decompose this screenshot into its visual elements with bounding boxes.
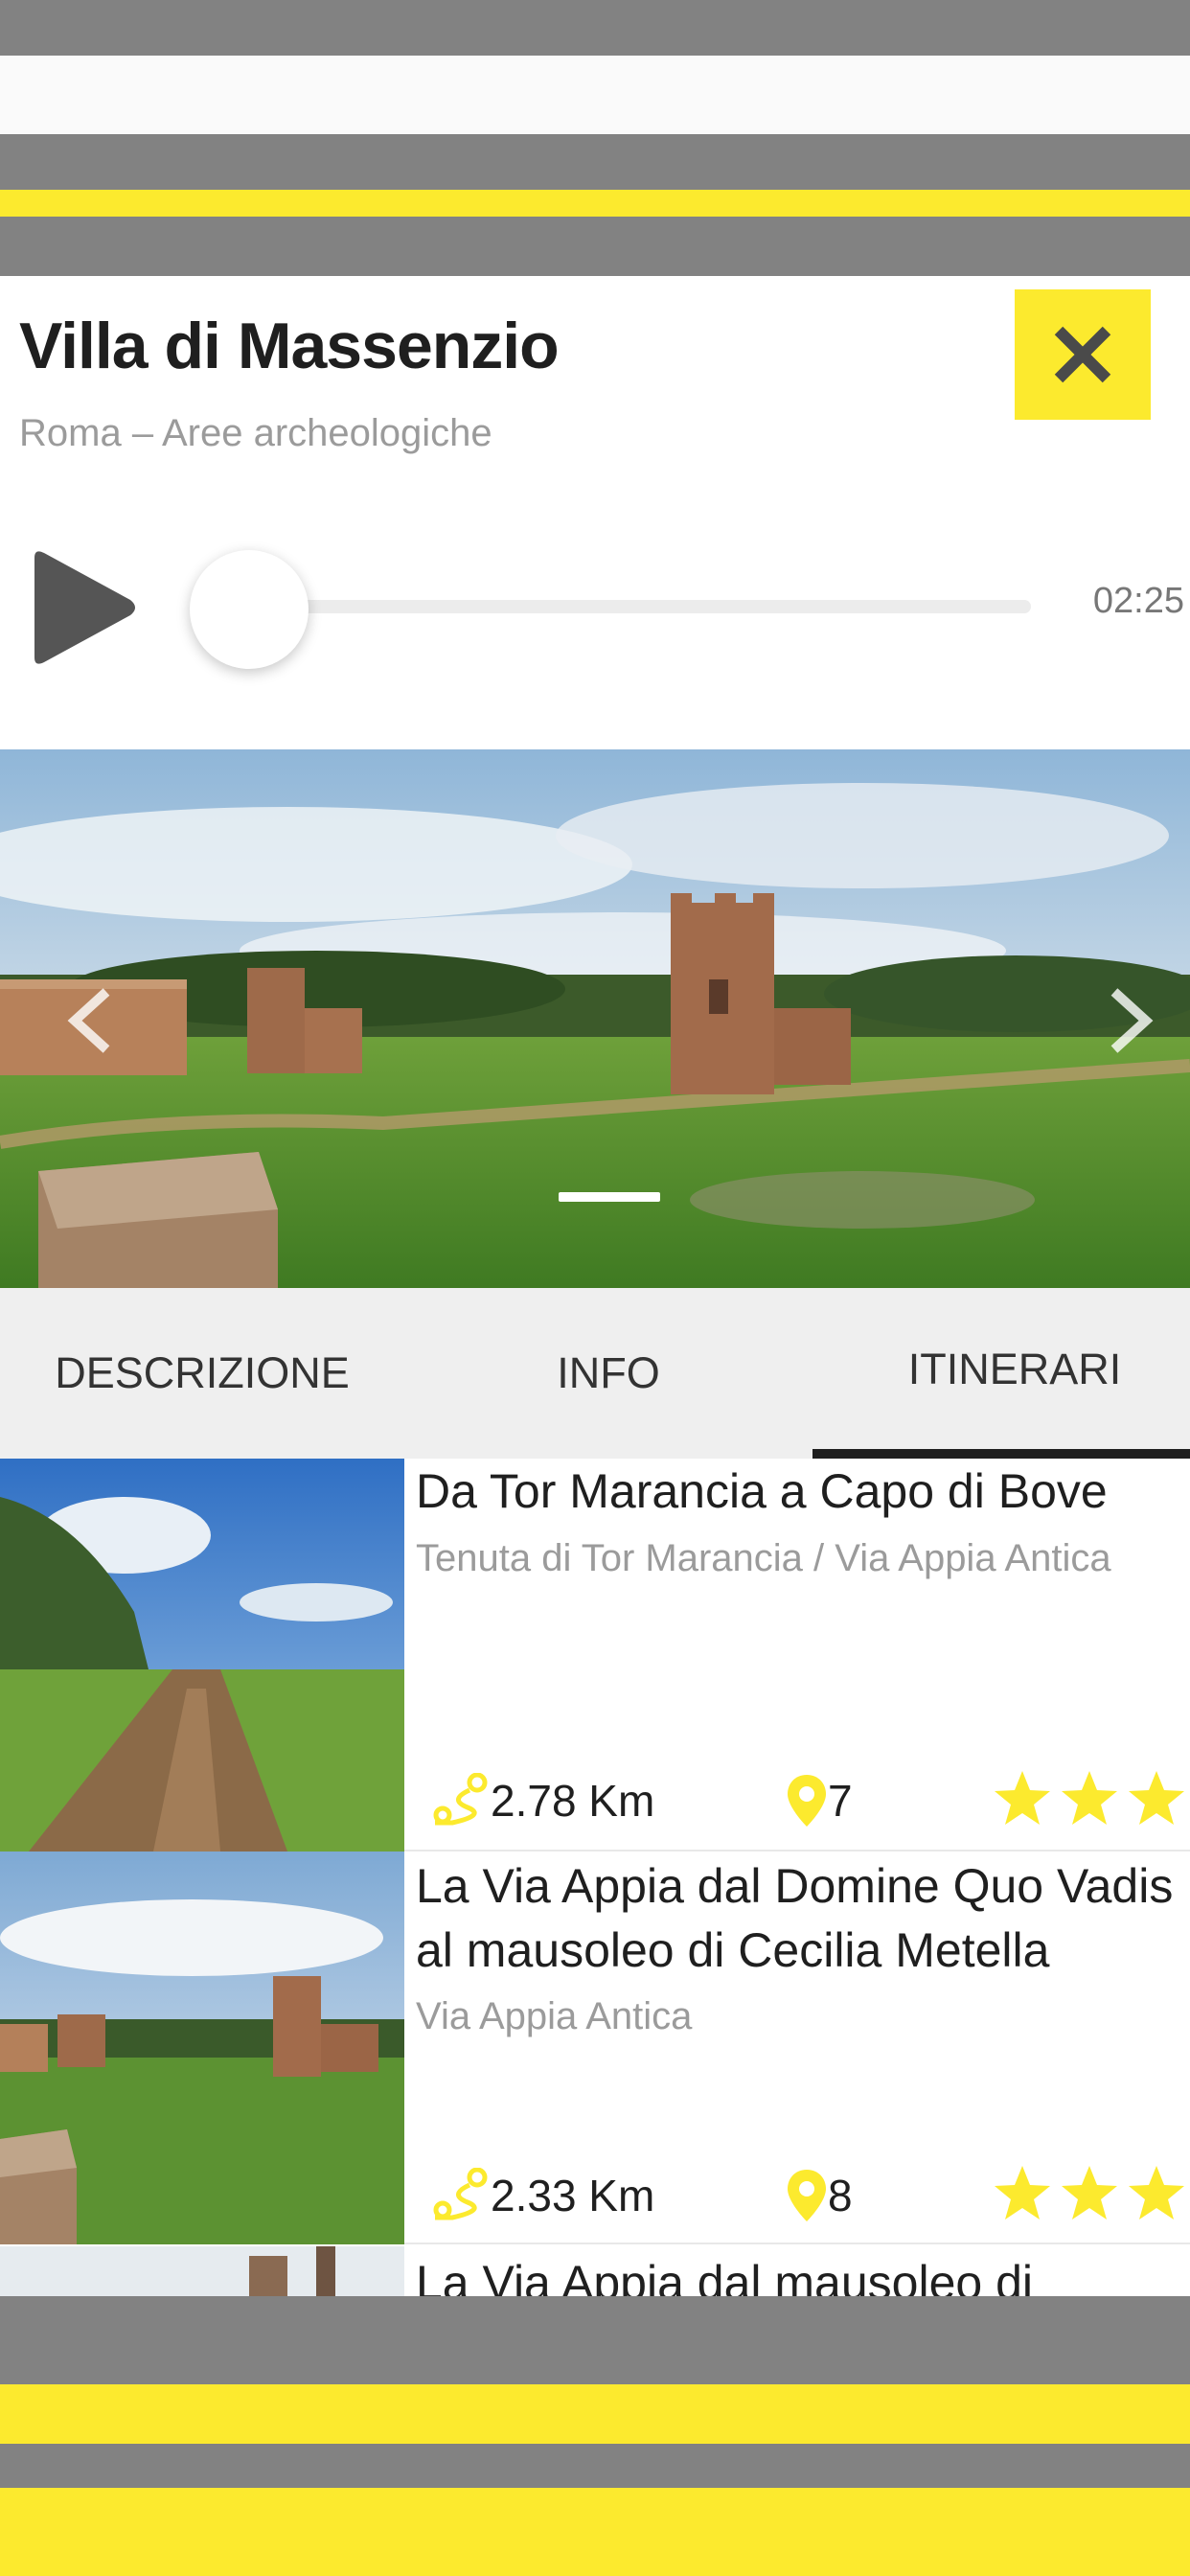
map-pin-icon <box>788 1775 826 1827</box>
route-icon <box>433 1773 488 1826</box>
top-light-bar <box>0 56 1190 134</box>
tab-itinerari[interactable]: ITINERARI <box>816 1284 1190 1455</box>
itinerary-stops: 7 <box>786 1767 853 1834</box>
itinerary-subtitle: Tenuta di Tor Marancia / Via Appia Antic… <box>416 1537 1111 1579</box>
itinerary-title: La Via Appia dal mausoleo di <box>416 2256 1033 2296</box>
tab-info[interactable]: INFO <box>410 1288 807 1459</box>
bottom-grey-bar-1 <box>0 2296 1190 2384</box>
itinerary-thumbnail <box>0 1459 404 1852</box>
rating-stars <box>993 2164 1186 2221</box>
bottom-yellow-bar-2 <box>0 2488 1190 2576</box>
itinerary-distance: 2.78 Km <box>431 1767 654 1834</box>
distance-value: 2.33 Km <box>491 2171 655 2220</box>
chevron-right-icon[interactable] <box>1100 987 1157 1054</box>
itinerary-distance: 2.33 Km <box>431 2162 654 2229</box>
chevron-left-icon[interactable] <box>63 987 121 1054</box>
itinerary-stops: 8 <box>786 2162 853 2229</box>
audio-progress-thumb[interactable] <box>190 550 309 669</box>
star-icon <box>1062 1771 1117 1825</box>
star-icon <box>1129 1771 1184 1825</box>
itinerary-thumbnail <box>0 1852 404 2244</box>
close-icon <box>1054 326 1111 383</box>
audio-duration: 02:25 <box>1092 581 1184 621</box>
star-icon <box>995 1771 1050 1825</box>
bottom-yellow-bar-1 <box>0 2384 1190 2444</box>
star-icon <box>1129 2166 1184 2220</box>
audio-progress-track[interactable] <box>249 600 1031 613</box>
bottom-grey-bar-2 <box>0 2444 1190 2488</box>
rating-stars <box>993 1769 1186 1827</box>
distance-value: 2.78 Km <box>491 1776 655 1826</box>
top-grey-bar-3 <box>0 217 1190 276</box>
active-tab-indicator <box>812 1449 1190 1459</box>
map-pin-icon <box>788 2170 826 2221</box>
star-icon <box>1062 2166 1117 2220</box>
itinerary-thumbnail <box>0 2246 404 2296</box>
itinerary-title: Da Tor Marancia a Capo di Bove <box>416 1464 1108 1518</box>
top-yellow-stripe <box>0 190 1190 217</box>
close-button[interactable] <box>1015 289 1151 420</box>
tab-descrizione[interactable]: DESCRIZIONE <box>4 1288 400 1459</box>
gallery-slide-indicator <box>559 1192 660 1202</box>
page-title: Villa di Massenzio <box>19 310 560 382</box>
stops-value: 7 <box>828 1776 853 1826</box>
row-divider <box>404 2242 1190 2244</box>
top-grey-bar-1 <box>0 0 1190 56</box>
stops-value: 8 <box>828 2171 853 2220</box>
itinerary-title: La Via Appia dal Domine Quo Vadis <box>416 1859 1174 1913</box>
route-icon <box>433 2168 488 2220</box>
star-icon <box>995 2166 1050 2220</box>
page-subtitle: Roma – Aree archeologiche <box>19 412 492 454</box>
play-icon[interactable] <box>27 548 142 667</box>
itinerary-subtitle: Via Appia Antica <box>416 1995 693 2037</box>
itinerary-title-line-2: al mausoleo di Cecilia Metella <box>416 1923 1050 1977</box>
top-grey-bar-2 <box>0 134 1190 190</box>
gallery-image[interactable] <box>0 749 1190 1288</box>
